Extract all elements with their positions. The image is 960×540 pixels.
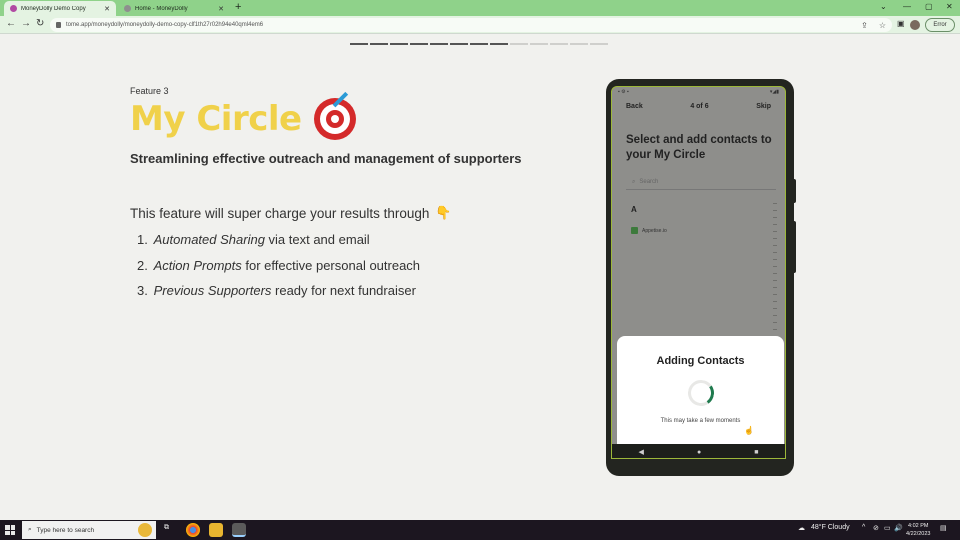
progress-segment[interactable] bbox=[570, 43, 588, 45]
clock[interactable]: 4:02 PM 4/22/2023 bbox=[906, 522, 930, 538]
loading-spinner-icon bbox=[685, 377, 717, 409]
progress-segment[interactable] bbox=[510, 43, 528, 45]
file-explorer-icon[interactable] bbox=[209, 523, 223, 537]
alphabet-scroller[interactable] bbox=[773, 197, 777, 337]
modal-title: Adding Contacts bbox=[656, 355, 745, 367]
address-bar[interactable]: tome.app/moneydolly/moneydolly-demo-copy… bbox=[50, 18, 892, 32]
notifications-icon[interactable]: ▤ bbox=[940, 524, 947, 532]
hand-cursor-icon: ☝ bbox=[744, 426, 754, 435]
close-tab-icon[interactable]: ✕ bbox=[104, 5, 110, 13]
tab-home-moneydolly[interactable]: Home - MoneyDolly ✕ bbox=[118, 1, 230, 16]
modal-subtitle: This may take a few moments bbox=[660, 418, 741, 424]
phone-screen: ▪ ⚙ ▪ ▾◢▮ Back 4 of 6 Skip Select and add… bbox=[611, 86, 786, 459]
tray-overflow-icon[interactable]: ^ bbox=[862, 524, 865, 531]
progress-segment[interactable] bbox=[410, 43, 428, 45]
contact-row[interactable]: Appetise.io bbox=[631, 227, 667, 234]
new-tab-button[interactable]: + bbox=[235, 2, 241, 13]
intro-text: This feature will super charge your resu… bbox=[130, 205, 430, 221]
progress-segment[interactable] bbox=[530, 43, 548, 45]
taskbar-search-input[interactable]: ⌕ Type here to search bbox=[22, 521, 156, 539]
feature-list: 1. Automated Sharing via text and email … bbox=[137, 232, 420, 309]
android-nav-bar: ◀ ● ■ bbox=[612, 444, 785, 458]
forward-arrow-icon[interactable]: → bbox=[21, 18, 31, 29]
feature-label: Feature 3 bbox=[130, 86, 169, 96]
network-icon[interactable]: ▭ bbox=[884, 524, 891, 532]
list-item: 2. Action Prompts for effective personal… bbox=[137, 257, 421, 273]
browser-toolbar: ← → ↻ tome.app/moneydolly/moneydolly-dem… bbox=[0, 16, 960, 34]
minimize-icon[interactable]: — bbox=[903, 2, 911, 11]
chrome-icon[interactable] bbox=[186, 523, 200, 537]
tab-search-icon[interactable]: ⌄ bbox=[880, 2, 887, 11]
pointing-hand-icon: 👇 bbox=[435, 205, 452, 220]
intro-line: This feature will super charge your resu… bbox=[130, 205, 452, 221]
error-button[interactable]: Error bbox=[925, 18, 955, 32]
app-header: Back 4 of 6 Skip bbox=[612, 103, 785, 110]
bookmark-star-icon[interactable]: ☆ bbox=[879, 21, 886, 30]
progress-segment[interactable] bbox=[590, 43, 608, 45]
target-icon bbox=[313, 91, 356, 140]
progress-segment[interactable] bbox=[370, 43, 388, 45]
phone-status-bar: ▪ ⚙ ▪ ▾◢▮ bbox=[618, 89, 779, 95]
progress-segment[interactable] bbox=[550, 43, 568, 45]
side-panel-icon[interactable]: ▣ bbox=[897, 19, 905, 28]
windows-start-icon[interactable] bbox=[5, 525, 15, 535]
progress-segment[interactable] bbox=[490, 43, 508, 45]
nav-recents-icon[interactable]: ■ bbox=[754, 449, 758, 456]
tab-moneydolly-demo[interactable]: MoneyDolly Demo Copy ✕ bbox=[4, 1, 116, 16]
checkbox-checked-icon[interactable] bbox=[631, 227, 638, 234]
close-window-icon[interactable]: ✕ bbox=[946, 2, 953, 11]
contact-search-input[interactable]: ⌕ Search bbox=[626, 175, 776, 190]
list-item: 3. Previous Supporters ready for next fu… bbox=[137, 283, 416, 298]
back-arrow-icon[interactable]: ← bbox=[6, 18, 16, 29]
taskbar: ⌕ Type here to search ⧉ ☁ 48°F Cloudy ^ … bbox=[0, 520, 960, 540]
volume-icon[interactable]: 🔊 bbox=[894, 524, 903, 532]
url-text: tome.app/moneydolly/moneydolly-demo-copy… bbox=[66, 22, 264, 28]
slide-subtitle: Streamlining effective outreach and mana… bbox=[130, 151, 522, 166]
reload-icon[interactable]: ↻ bbox=[36, 18, 44, 29]
slide-progress bbox=[350, 43, 608, 45]
close-tab-icon[interactable]: ✕ bbox=[218, 5, 224, 13]
nav-back-icon[interactable]: ◀ bbox=[639, 448, 644, 456]
active-app-icon[interactable] bbox=[232, 523, 246, 537]
progress-segment[interactable] bbox=[430, 43, 448, 45]
progress-segment[interactable] bbox=[470, 43, 488, 45]
search-highlight-icon bbox=[138, 523, 152, 537]
search-icon: ⌕ bbox=[632, 179, 636, 185]
tab-title: MoneyDolly Demo Copy bbox=[21, 5, 86, 12]
contact-name: Appetise.io bbox=[642, 227, 667, 234]
app-title: Select and add contacts to your My Circl… bbox=[626, 134, 772, 161]
weather-icon: ☁ bbox=[798, 525, 805, 532]
progress-segment[interactable] bbox=[390, 43, 408, 45]
progress-segment[interactable] bbox=[450, 43, 468, 45]
adding-contacts-modal: Adding Contacts This may take a few mome… bbox=[617, 336, 784, 444]
lock-icon bbox=[56, 22, 61, 28]
share-icon[interactable]: ⇪ bbox=[861, 21, 868, 30]
nav-home-icon[interactable]: ● bbox=[697, 449, 701, 456]
step-indicator: 4 of 6 bbox=[690, 103, 709, 110]
back-button[interactable]: Back bbox=[626, 103, 643, 110]
profile-avatar[interactable] bbox=[910, 20, 920, 30]
skip-button[interactable]: Skip bbox=[756, 103, 771, 110]
tome-favicon-icon bbox=[10, 5, 17, 12]
moneydolly-favicon-icon bbox=[124, 5, 131, 12]
section-letter: A bbox=[631, 205, 637, 214]
search-icon: ⌕ bbox=[28, 526, 32, 533]
maximize-icon[interactable]: ▢ bbox=[925, 2, 933, 11]
task-view-icon[interactable]: ⧉ bbox=[164, 524, 169, 532]
headline: My Circle bbox=[130, 91, 356, 140]
tab-title: Home - MoneyDolly bbox=[135, 5, 188, 12]
weather-text[interactable]: 48°F Cloudy bbox=[811, 524, 850, 531]
slide-title: My Circle bbox=[130, 99, 302, 139]
list-item: 1. Automated Sharing via text and email bbox=[137, 232, 370, 247]
progress-segment[interactable] bbox=[350, 43, 368, 45]
tray-app-icon[interactable]: ⊘ bbox=[873, 524, 879, 532]
tab-bar: MoneyDolly Demo Copy ✕ Home - MoneyDolly… bbox=[0, 0, 960, 16]
